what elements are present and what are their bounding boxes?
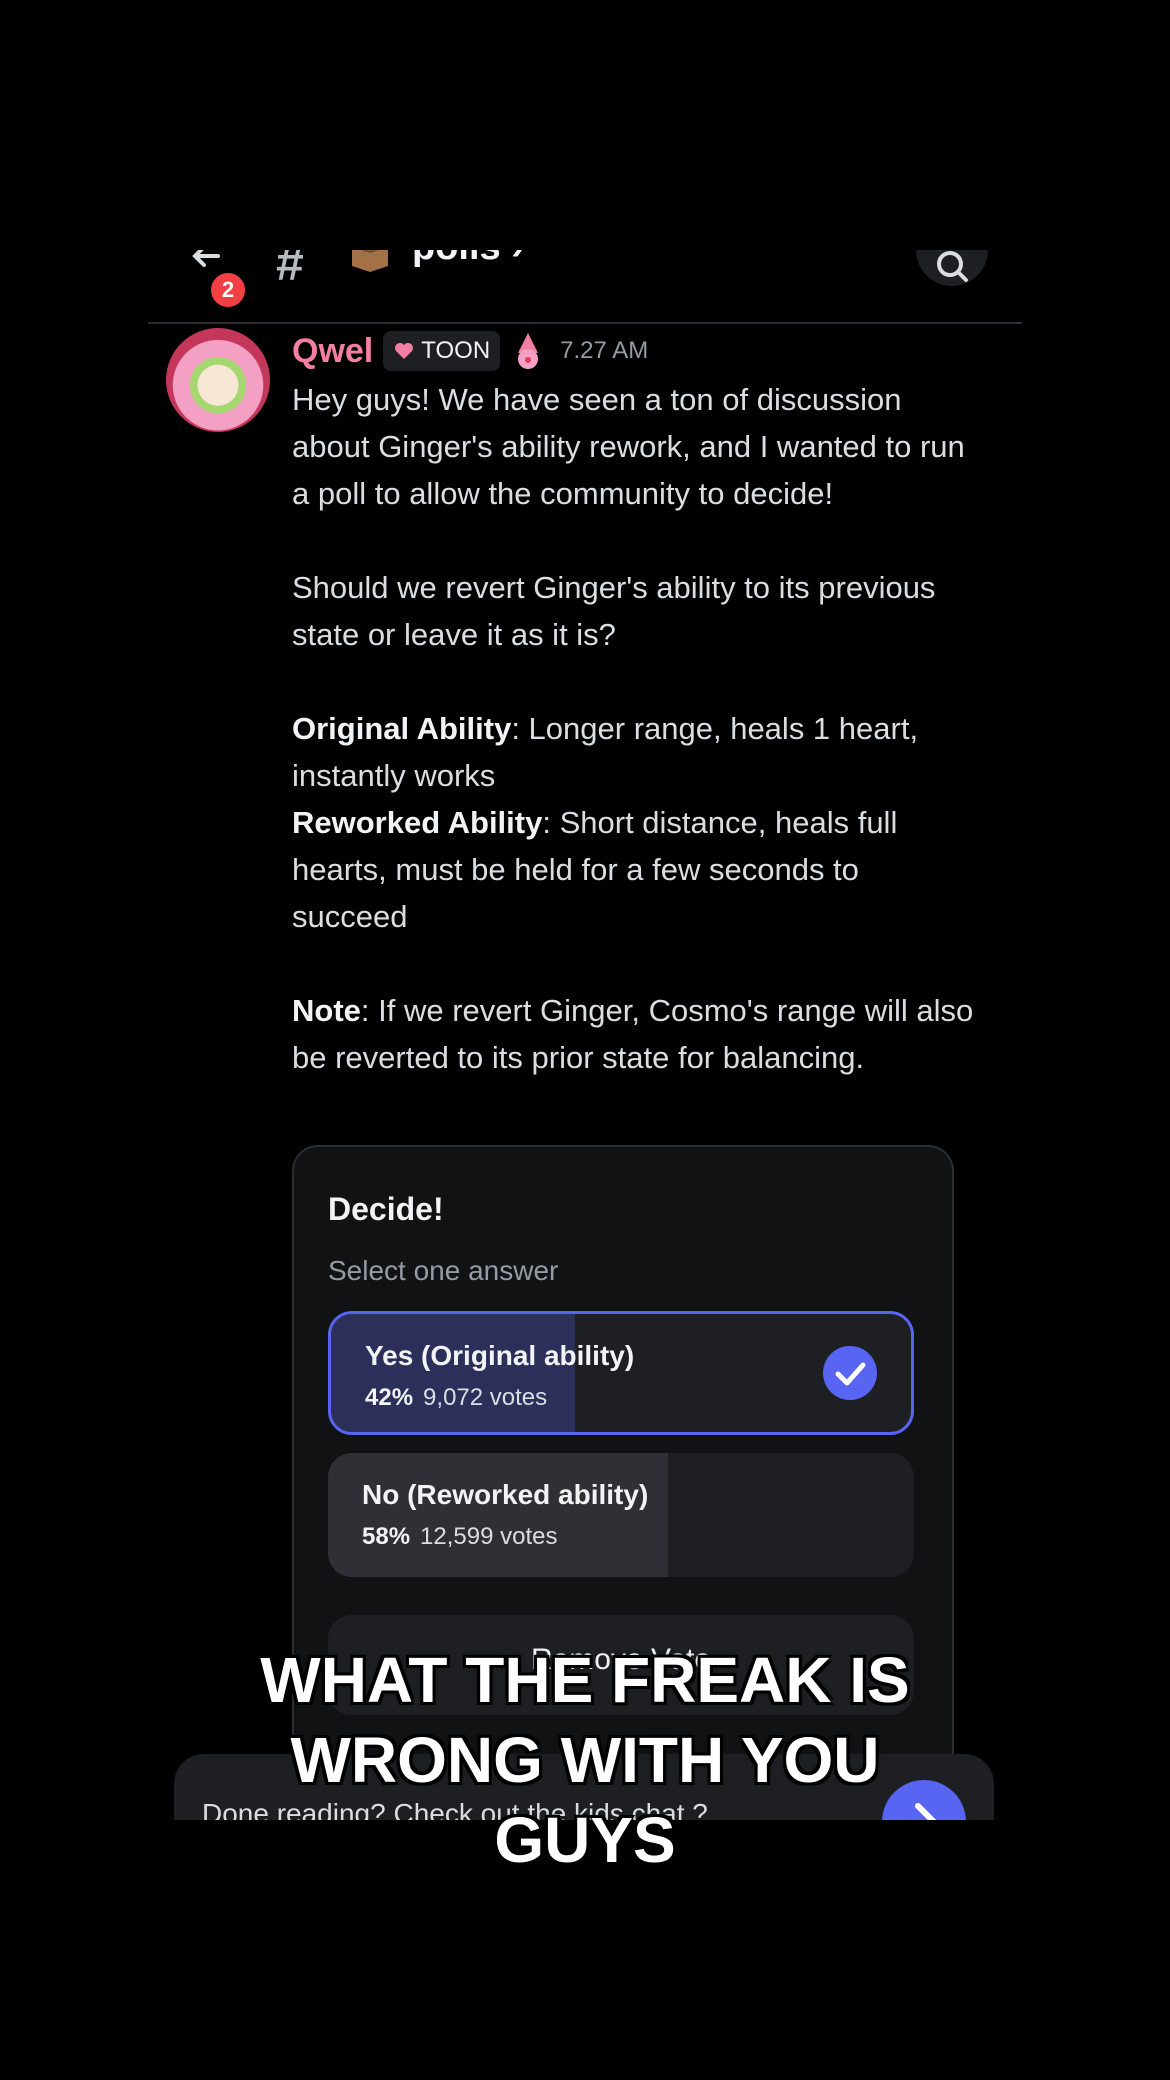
- poll-option-yes[interactable]: Yes (Original ability) 42% 9,072 votes: [328, 1311, 914, 1435]
- poll-option-label: Yes (Original ability): [365, 1340, 635, 1371]
- reworked-ability-label: Reworked Ability: [292, 805, 543, 840]
- discord-screen: 2 # polls › Qwel TOON 7.27 AM: [148, 250, 1022, 1820]
- avatar[interactable]: [166, 328, 270, 432]
- unread-badge: 2: [208, 270, 248, 310]
- back-arrow-icon[interactable]: [188, 250, 224, 274]
- note-line: Note: If we revert Ginger, Cosmo's range…: [292, 987, 982, 1081]
- message-header: Qwel TOON 7.27 AM: [292, 330, 648, 372]
- search-icon: [937, 251, 968, 282]
- timestamp: 7.27 AM: [560, 337, 649, 364]
- poll-option-votes: 12,599 votes: [420, 1523, 558, 1550]
- username[interactable]: Qwel: [292, 332, 373, 371]
- message-question: Should we revert Ginger's ability to its…: [292, 570, 936, 652]
- poll-title: Decide!: [328, 1191, 444, 1227]
- channel-hash-icon: #: [276, 250, 304, 291]
- caption-line: WRONG WITH YOU: [290, 1724, 880, 1796]
- poll-option-label: No (Reworked ability): [362, 1479, 649, 1510]
- message-intro: Hey guys! We have seen a ton of discussi…: [292, 382, 965, 511]
- poll-subtitle: Select one answer: [328, 1255, 559, 1286]
- poll-option-fill: [328, 1453, 668, 1577]
- poll-option-fill: [331, 1314, 575, 1432]
- note-text: : If we revert Ginger, Cosmo's range wil…: [292, 993, 974, 1075]
- note-label: Note: [292, 993, 361, 1028]
- role-tag-label: TOON: [421, 337, 491, 364]
- poll-option-no[interactable]: No (Reworked ability) 58% 12,599 votes: [328, 1453, 914, 1577]
- channel-header: 2 # polls ›: [148, 250, 1022, 324]
- message-body: Hey guys! We have seen a ton of discussi…: [292, 376, 982, 1081]
- video-caption: WHAT THE FREAK IS WRONG WITH YOU GUYS: [185, 1640, 985, 1880]
- selected-check: [823, 1346, 877, 1400]
- poll-option-stats: 42% 9,072 votes: [365, 1384, 547, 1412]
- poll-option-percent: 58%: [362, 1523, 411, 1550]
- role-tag[interactable]: TOON: [383, 331, 501, 371]
- poll-option-votes: 9,072 votes: [423, 1384, 548, 1411]
- checkmark-icon: [835, 1362, 866, 1386]
- poll-option-percent: 42%: [365, 1384, 414, 1411]
- channel-name[interactable]: polls ›: [412, 250, 524, 269]
- poll-option-stats: 58% 12,599 votes: [362, 1523, 557, 1551]
- search-button[interactable]: [916, 250, 988, 286]
- caption-line: WHAT THE FREAK IS: [260, 1644, 910, 1716]
- reworked-ability-line: Reworked Ability: Short distance, heals …: [292, 799, 982, 940]
- original-ability-label: Original Ability: [292, 711, 512, 746]
- clown-icon: [518, 333, 539, 369]
- ballot-box-icon: [352, 250, 388, 272]
- original-ability-line: Original Ability: Longer range, heals 1 …: [292, 705, 982, 799]
- heart-icon: [395, 343, 414, 359]
- caption-line: GUYS: [494, 1804, 676, 1876]
